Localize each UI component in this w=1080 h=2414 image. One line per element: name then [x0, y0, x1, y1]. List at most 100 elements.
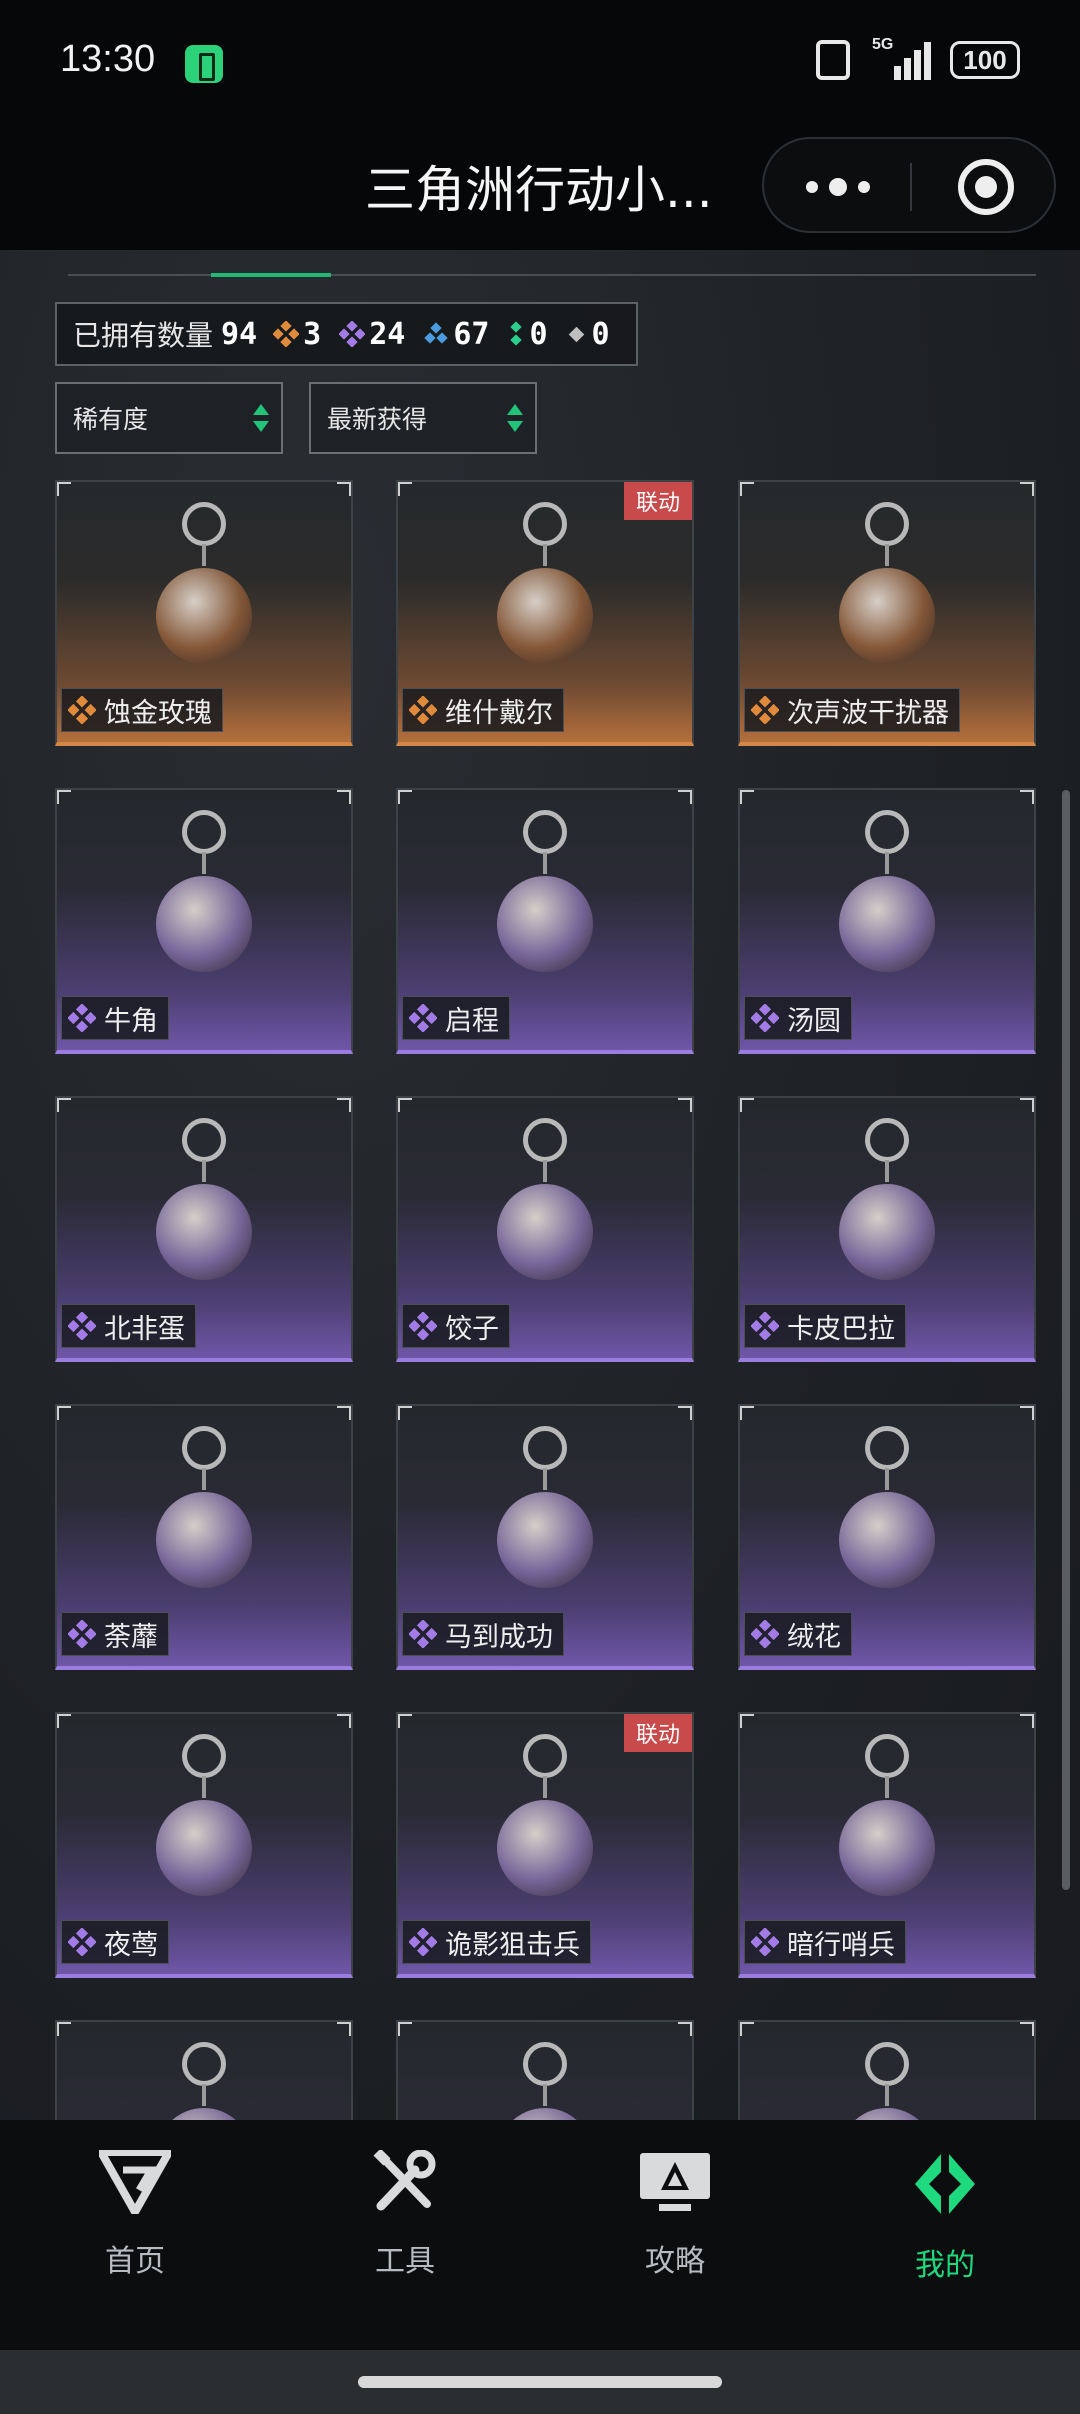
card-corner [1020, 1406, 1034, 1420]
tab-indicator-line [68, 273, 1036, 277]
nav-guide-label: 攻略 [645, 2244, 705, 2279]
charm-card[interactable]: 马到成功 [396, 1404, 694, 1670]
charm-name-tag: 维什戴尔 [402, 688, 564, 732]
charm-name: 蚀金玫瑰 [104, 697, 212, 729]
keychain-chain [885, 544, 889, 566]
charm-card[interactable]: 饺子 [396, 1096, 694, 1362]
charm-name: 启程 [445, 1005, 499, 1037]
charm-image [497, 876, 593, 972]
rarity-purple-icon [409, 1004, 437, 1032]
sort-rarity-select[interactable]: 稀有度 [55, 382, 283, 454]
charm-card[interactable]: 汤圆 [738, 788, 1036, 1054]
charm-name: 卡皮巴拉 [787, 1313, 895, 1345]
charm-card[interactable]: 暗行哨兵 [738, 1712, 1036, 1978]
charm-card[interactable]: 绒花 [738, 1404, 1036, 1670]
signal-icon: 5G [872, 36, 931, 80]
charm-card[interactable]: 蚀金玫瑰 [55, 480, 353, 746]
collab-badge: 联动 [624, 482, 692, 520]
charm-card[interactable]: 联动维什戴尔 [396, 480, 694, 746]
charm-name: 北非蛋 [104, 1313, 185, 1345]
charm-name-tag: 汤圆 [744, 996, 852, 1040]
top-bar: 13:30 5G 100 三角洲行动小... [0, 0, 1080, 250]
miniprogram-capsule [762, 137, 1056, 233]
card-corner [740, 1714, 754, 1728]
charm-card[interactable]: 夜莺 [55, 1712, 353, 1978]
rarity-purple-icon [751, 1928, 779, 1956]
charm-name-tag: 绒花 [744, 1612, 852, 1656]
keyring-icon [182, 1426, 226, 1470]
charm-card[interactable]: 牛角 [55, 788, 353, 1054]
card-corner [337, 1406, 351, 1420]
card-corner [740, 1406, 754, 1420]
charm-card[interactable] [396, 2020, 694, 2120]
nav-tools[interactable]: 工具 [320, 2150, 490, 2300]
keyring-icon [182, 502, 226, 546]
rarity-purple-icon [751, 1004, 779, 1032]
collab-badge: 联动 [624, 1714, 692, 1752]
card-corner [740, 482, 754, 496]
charm-name: 牛角 [104, 1005, 158, 1037]
charm-image [156, 2108, 252, 2120]
more-icon[interactable] [806, 169, 870, 205]
charm-image [839, 568, 935, 664]
rarity-purple-icon [751, 1620, 779, 1648]
card-corner [398, 1714, 412, 1728]
keyring-icon [865, 1426, 909, 1470]
charm-card[interactable] [55, 2020, 353, 2120]
card-corner [337, 2022, 351, 2036]
charm-name-tag: 卡皮巴拉 [744, 1304, 906, 1348]
status-icons: 5G 100 [816, 36, 1020, 80]
charm-name: 夜莺 [104, 1929, 158, 1961]
card-corner [678, 790, 692, 804]
charm-name: 暗行哨兵 [787, 1929, 895, 1961]
card-corner [678, 2022, 692, 2036]
select-arrows-icon [507, 404, 523, 436]
card-corner [740, 790, 754, 804]
charm-card[interactable] [738, 2020, 1036, 2120]
sort-rarity-label: 稀有度 [73, 405, 149, 434]
card-corner [57, 1406, 71, 1420]
keychain-chain [885, 852, 889, 874]
keyring-icon [523, 1426, 567, 1470]
status-time: 13:30 [60, 38, 156, 80]
page-title: 三角洲行动小... [365, 161, 713, 219]
card-corner [1020, 1714, 1034, 1728]
keyring-icon [523, 1118, 567, 1162]
keychain-chain [543, 1468, 547, 1490]
card-corner [57, 482, 71, 496]
charm-card[interactable]: 联动 诡影狙击兵 [396, 1712, 694, 1978]
charm-name: 维什戴尔 [445, 697, 553, 729]
collection-content[interactable]: 已拥有数量 94 3 24 67 0 0 稀有度 最新获得 蚀金玫瑰 联动 维什戴尔… [0, 250, 1080, 2120]
charm-card[interactable]: 卡皮巴拉 [738, 1096, 1036, 1362]
charm-name: 绒花 [787, 1621, 841, 1653]
nav-mine[interactable]: 我的 [860, 2150, 1030, 2300]
charm-card[interactable]: 北非蛋 [55, 1096, 353, 1362]
charm-name-tag: 暗行哨兵 [744, 1920, 906, 1964]
keyring-icon [865, 1118, 909, 1162]
card-corner [398, 790, 412, 804]
charm-card[interactable]: 次声波干扰器 [738, 480, 1036, 746]
close-miniprogram-icon[interactable] [958, 159, 1014, 215]
sort-recent-label: 最新获得 [327, 405, 428, 434]
card-corner [398, 2022, 412, 2036]
card-corner [337, 1714, 351, 1728]
keychain-chain [543, 1776, 547, 1798]
home-indicator[interactable] [358, 2376, 722, 2388]
sort-recent-select[interactable]: 最新获得 [309, 382, 537, 454]
keyring-icon [523, 1734, 567, 1778]
rarity-orange-icon [273, 321, 300, 347]
charm-image [497, 1184, 593, 1280]
keychain-chain [885, 1776, 889, 1798]
card-corner [398, 482, 412, 496]
battery-saver-icon [185, 45, 223, 83]
charm-image [156, 876, 252, 972]
charm-card[interactable]: 荼蘼 [55, 1404, 353, 1670]
nav-guide[interactable]: 攻略 [590, 2150, 760, 2300]
card-corner [337, 482, 351, 496]
rarity-purple-icon [339, 321, 366, 347]
charm-card[interactable]: 启程 [396, 788, 694, 1054]
scrollbar[interactable] [1062, 790, 1070, 1890]
keyring-icon [182, 1118, 226, 1162]
battery-level: 100 [963, 44, 1007, 75]
nav-home[interactable]: 首页 [50, 2150, 220, 2300]
